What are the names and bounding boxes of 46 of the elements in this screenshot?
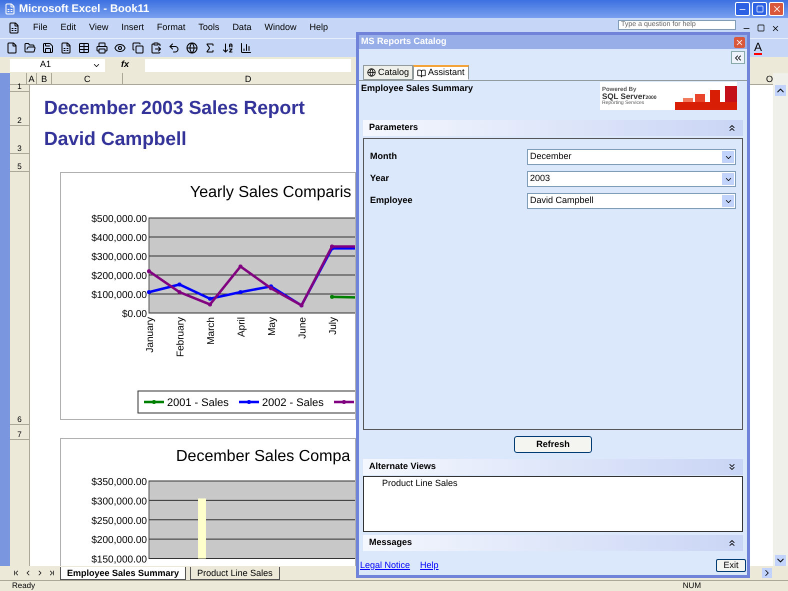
axis-label: $250,000.00 [91,516,147,527]
section-title: Parameters [369,121,418,134]
axis-label: $0.00 [122,309,147,320]
legend-label: 2001 - Sales [167,397,229,409]
axis-label: January [145,317,156,353]
row-header: 3 [10,126,29,154]
pane-title: MS Reports Catalog [361,35,447,48]
legend-label: 2002 - Sales [262,397,324,409]
status-text: Ready [12,582,36,590]
row-header: 7 [10,425,29,440]
axis-label: $500,000.00 [91,214,147,225]
chart-title: Yearly Sales Comparis [190,184,352,201]
row-header: 6 [10,172,29,425]
column-header: A [26,73,38,84]
axis-label: July [328,317,339,335]
field-label: Year [370,172,390,186]
report-subtitle: David Campbell [44,128,188,152]
axis-label: $300,000.00 [91,252,147,263]
chart-title: December Sales Compa [176,448,350,465]
axis-label: $300,000.00 [91,496,147,508]
row-header: 2 [10,92,29,126]
row-header: 5 [10,154,29,172]
column-header: O [764,73,773,84]
fx-label: fx [120,58,130,72]
column-header: C [52,73,124,84]
axis-label: March [206,317,217,345]
axis-label: $400,000.00 [91,233,147,244]
axis-label: $150,000.00 [91,554,147,566]
axis-label: February [176,317,186,358]
report-title: December 2003 Sales Report [44,96,306,121]
status-indicator: NUM [682,582,701,590]
row-header: 1 [10,85,29,92]
axis-label: $100,000.00 [91,290,147,301]
column-header: B [37,73,52,84]
axis-label: $200,000.00 [91,271,147,282]
section-title: Alternate Views [369,460,436,474]
axis-label: June [298,317,308,339]
window-title: Microsoft Excel - Book11 [19,2,150,17]
section-title: Messages [369,536,412,550]
axis-label: $350,000.00 [91,477,147,488]
axis-label: April [236,317,248,338]
axis-label: $200,000.00 [91,535,147,546]
report-name: Employee Sales Summary [361,82,474,95]
axis-label: May [267,317,278,336]
field-label: Month [370,150,397,164]
field-label: Employee [370,194,413,208]
